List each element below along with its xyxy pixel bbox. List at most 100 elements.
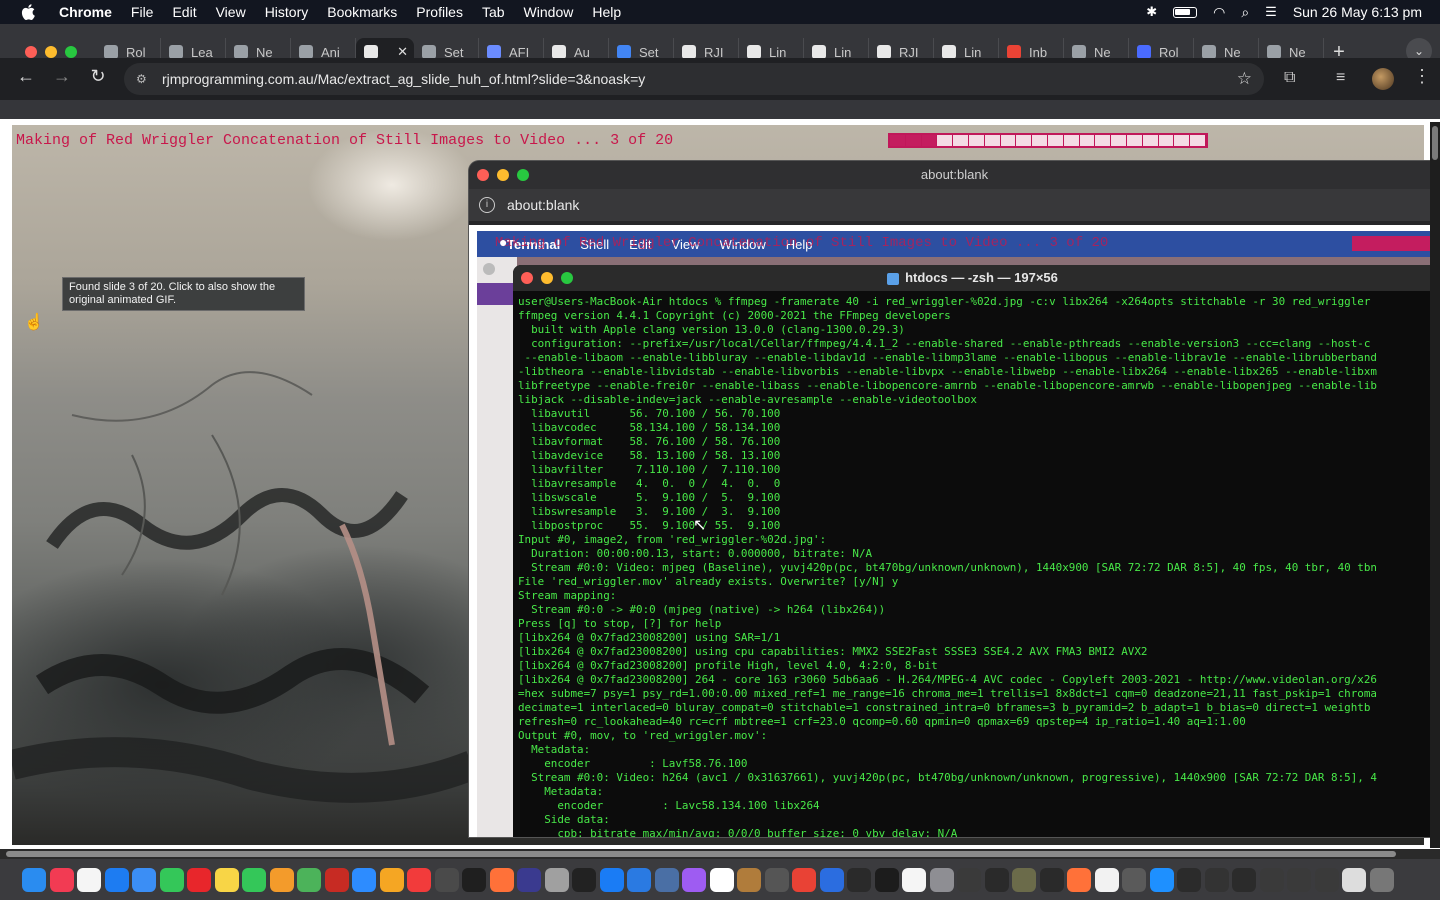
terminal2-icon[interactable]	[847, 867, 871, 892]
progress-segment[interactable]	[1126, 135, 1143, 146]
system-preferences-icon[interactable]	[1122, 867, 1146, 892]
progress-segment[interactable]	[1095, 135, 1112, 146]
bookmark-star-icon[interactable]: ☆	[1237, 69, 1252, 89]
reminders-icon[interactable]	[77, 867, 101, 892]
terminal-close-button[interactable]	[521, 272, 533, 284]
info-icon[interactable]: i	[479, 197, 495, 213]
quicktime-icon[interactable]	[874, 867, 899, 892]
finder-icon[interactable]	[22, 867, 46, 892]
progress-segment[interactable]	[1079, 135, 1096, 146]
popup-minimize-button[interactable]	[497, 169, 509, 181]
apple-menu-icon[interactable]	[21, 4, 37, 20]
calculator-icon[interactable]	[764, 867, 789, 892]
battery-icon[interactable]	[1173, 6, 1198, 18]
mail-icon[interactable]	[132, 867, 156, 892]
terminal-minimize-button[interactable]	[541, 272, 553, 284]
preview-icon[interactable]	[654, 867, 679, 892]
address-bar[interactable]: ⚙ rjmprogramming.com.au/Mac/extract_ag_s…	[124, 63, 1264, 95]
progress-segment[interactable]	[1111, 135, 1127, 146]
nested-screenshot[interactable]: Making of Red Wriggler Concatenation of …	[477, 231, 1432, 837]
control-center-icon[interactable]: ☰	[1265, 4, 1277, 20]
script-icon[interactable]	[1094, 867, 1119, 892]
folder-icon[interactable]	[1149, 867, 1174, 892]
books-icon[interactable]	[737, 867, 761, 892]
menu-app-name[interactable]: Chrome	[59, 4, 112, 20]
terminal-output[interactable]: user@Users-MacBook-Air htdocs % ffmpeg -…	[518, 295, 1377, 837]
bbedit-icon[interactable]	[517, 867, 541, 892]
progress-segment[interactable]	[1016, 135, 1033, 146]
extensions-icon[interactable]: ⧉	[1284, 69, 1295, 87]
progress-segment[interactable]	[953, 135, 969, 146]
wifi-icon[interactable]: ◠	[1213, 4, 1225, 21]
menu-view[interactable]: View	[216, 4, 246, 20]
app-icon[interactable]	[957, 867, 981, 892]
menu-history[interactable]: History	[265, 4, 309, 20]
terminal-icon[interactable]	[462, 867, 486, 892]
progress-segment[interactable]	[1032, 135, 1048, 146]
media-controls-icon[interactable]: ≡	[1336, 69, 1345, 87]
page-vertical-scrollbar[interactable]	[1430, 122, 1440, 848]
firefox2-icon[interactable]	[1067, 867, 1091, 892]
settings-icon[interactable]	[929, 867, 954, 892]
profile-avatar[interactable]	[1372, 68, 1394, 90]
window3-icon[interactable]	[1232, 867, 1256, 892]
slide-progress-bar[interactable]	[888, 133, 1208, 148]
menu-tab[interactable]: Tab	[482, 4, 505, 20]
address-bar-url[interactable]: rjmprogramming.com.au/Mac/extract_ag_sli…	[162, 71, 645, 87]
progress-segment[interactable]	[921, 135, 938, 146]
progress-segment[interactable]	[968, 135, 985, 146]
photos-icon[interactable]	[379, 867, 404, 892]
facetime-icon[interactable]	[242, 867, 266, 892]
maps-icon[interactable]	[297, 867, 321, 892]
menu-edit[interactable]: Edit	[172, 4, 196, 20]
messages-icon[interactable]	[159, 867, 184, 892]
popup-titlebar[interactable]: about:blank	[469, 161, 1440, 189]
vertical-scroll-thumb[interactable]	[1432, 126, 1438, 160]
menu-bookmarks[interactable]: Bookmarks	[327, 4, 397, 20]
close-window-button[interactable]	[25, 46, 37, 58]
bluetooth-icon[interactable]: ✱	[1146, 4, 1157, 20]
page-horizontal-scrollbar[interactable]	[0, 849, 1440, 859]
reload-button[interactable]: ↻	[86, 66, 110, 87]
popup-close-button[interactable]	[477, 169, 489, 181]
console-icon[interactable]	[984, 867, 1009, 892]
minimized3-icon[interactable]	[1314, 867, 1339, 892]
music-icon[interactable]	[49, 867, 74, 892]
progress-segment[interactable]	[1174, 135, 1191, 146]
calendar-icon[interactable]	[709, 867, 734, 892]
safari-icon[interactable]	[104, 867, 129, 892]
gimp-icon[interactable]	[1012, 867, 1036, 892]
spotlight-search-icon[interactable]: ⌕	[1241, 4, 1249, 21]
chrome-icon[interactable]	[792, 867, 816, 892]
filezilla-icon[interactable]	[324, 867, 349, 892]
forward-button[interactable]: →	[50, 66, 74, 87]
xcode-icon[interactable]	[627, 867, 651, 892]
progress-segment[interactable]	[890, 135, 906, 146]
xcode-icon[interactable]	[434, 867, 459, 892]
appletv-icon[interactable]	[572, 867, 596, 892]
window1-icon[interactable]	[1177, 867, 1201, 892]
menu-window[interactable]: Window	[524, 4, 574, 20]
textedit-icon[interactable]	[902, 867, 926, 892]
progress-segment[interactable]	[905, 135, 922, 146]
progress-segment[interactable]	[1063, 135, 1080, 146]
window2-icon[interactable]	[1204, 867, 1229, 892]
notes-icon[interactable]	[214, 867, 239, 892]
menu-help[interactable]: Help	[592, 4, 621, 20]
terminal-zoom-button[interactable]	[561, 272, 573, 284]
progress-segment[interactable]	[937, 135, 954, 146]
pages-icon[interactable]	[269, 867, 294, 892]
popup-address-bar[interactable]: i about:blank	[469, 189, 1440, 221]
site-info-icon[interactable]: ⚙	[136, 72, 147, 86]
news-icon[interactable]	[407, 867, 431, 892]
inkscape-icon[interactable]	[1039, 867, 1064, 892]
zoom-icon[interactable]	[352, 867, 376, 892]
popup-zoom-button[interactable]	[517, 169, 529, 181]
progress-segment[interactable]	[1047, 135, 1064, 146]
launchpad-icon[interactable]	[544, 867, 569, 892]
terminal-window[interactable]: htdocs — -zsh — 197×56 user@Users-MacBoo…	[513, 265, 1432, 837]
terminal-titlebar[interactable]: htdocs — -zsh — 197×56	[513, 265, 1432, 291]
podcasts-icon[interactable]	[682, 867, 706, 892]
menu-profiles[interactable]: Profiles	[416, 4, 463, 20]
chrome-menu-icon[interactable]: ⋮	[1413, 66, 1431, 87]
